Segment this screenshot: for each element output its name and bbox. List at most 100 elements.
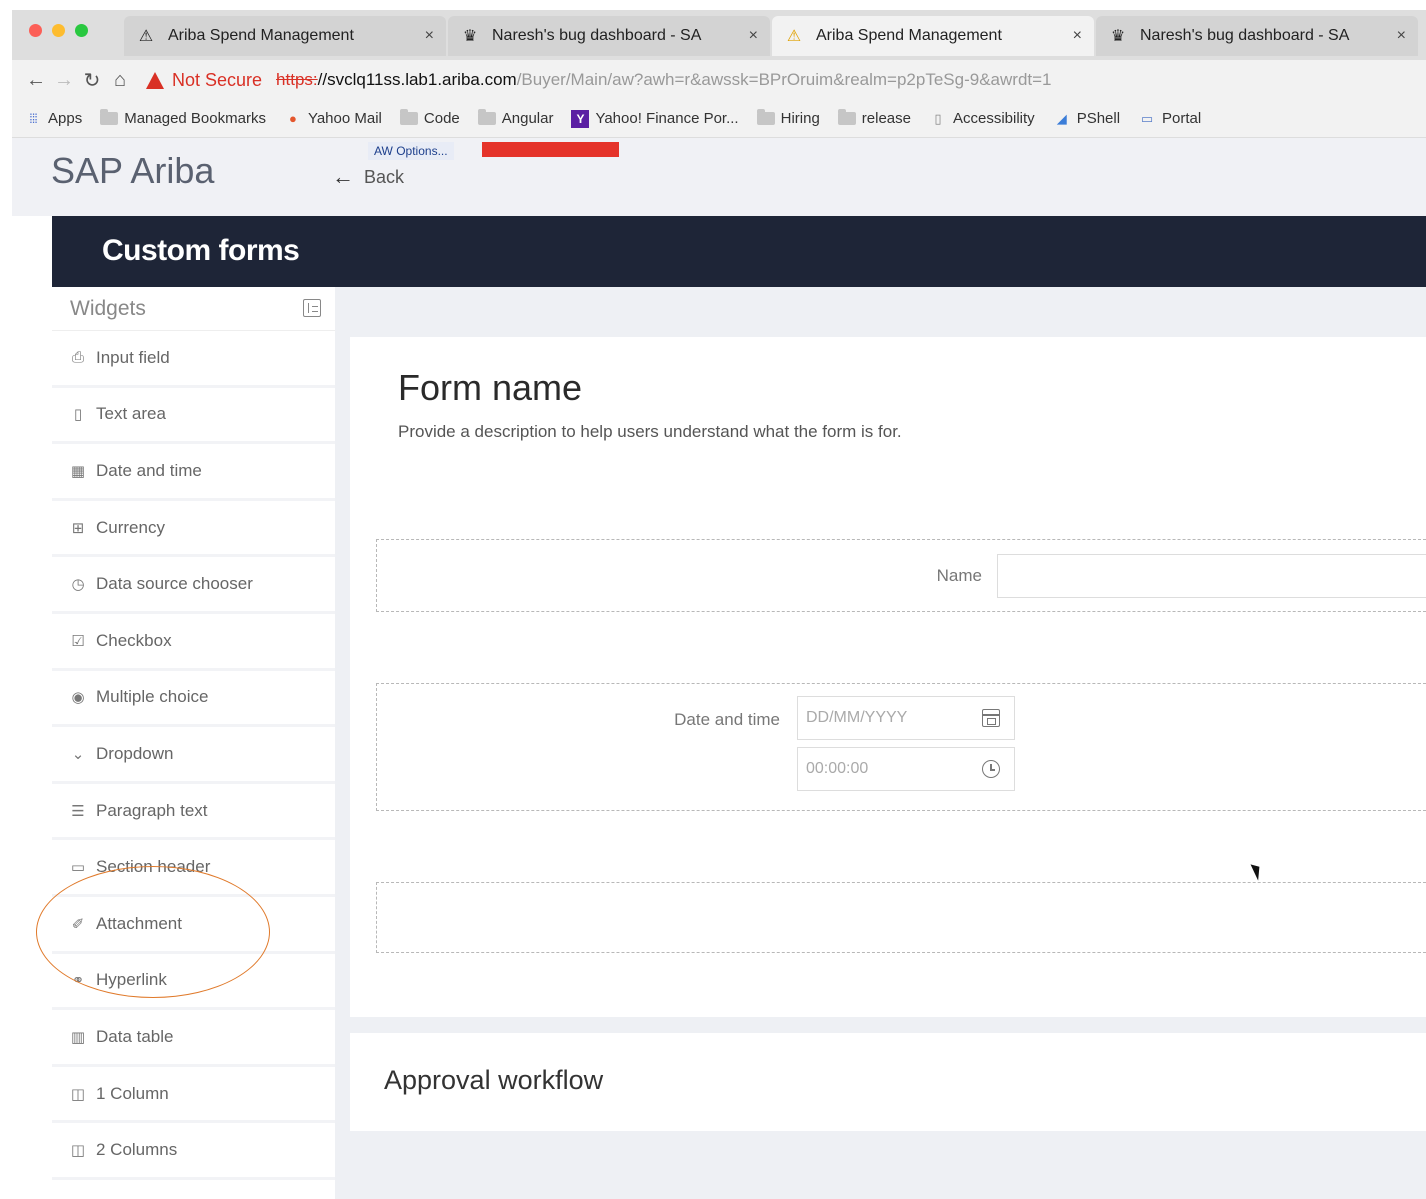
app-header: SAP Ariba AW Options... ← Back [12,138,1426,216]
tab-close-icon[interactable]: × [425,27,434,45]
back-button[interactable]: ← Back [332,164,404,190]
tab-close-icon[interactable]: × [749,27,758,45]
collapse-sidebar-icon[interactable] [303,299,321,317]
address-bar[interactable]: https://svclq11ss.lab1.ariba.com/Buyer/M… [276,70,1051,90]
bookmark-label: Hiring [780,110,820,127]
aw-options-link[interactable]: AW Options... [368,142,454,160]
bookmark-label: PShell [1076,110,1121,127]
widget-text-area[interactable]: ▯ Text area [52,388,335,445]
bookmark-pshell[interactable]: ◢ PShell [1053,110,1120,127]
tab-close-icon[interactable]: × [1397,27,1406,45]
empty-drop-zone[interactable] [376,882,1426,953]
approval-workflow-title[interactable]: Approval workflow [384,1065,603,1096]
browser-tab-1[interactable]: ⚠ Ariba Spend Management × [124,16,446,56]
widget-label: Input field [96,347,170,367]
widget-currency[interactable]: ⊞ Currency [52,501,335,558]
tab-title: Ariba Spend Management [168,27,354,44]
browser-tab-3[interactable]: ⚠ Ariba Spend Management × [772,16,1094,56]
widget-date-and-time[interactable]: ▦ Date and time [52,444,335,501]
widget-checkbox[interactable]: ☑ Checkbox [52,614,335,671]
security-indicator[interactable]: Not Secure [146,70,262,91]
widget-label: Currency [96,517,165,537]
calendar-icon: ▦ [70,462,86,480]
widget-paragraph-text[interactable]: ☰ Paragraph text [52,784,335,841]
browser-tab-4[interactable]: ♛ Naresh's bug dashboard - SA × [1096,16,1418,56]
name-input[interactable] [997,554,1426,598]
tab-title: Ariba Spend Management [816,27,1002,44]
bookmark-code[interactable]: Code [399,109,460,127]
bookmark-yahoo-finance[interactable]: Y Yahoo! Finance Por... [571,109,739,128]
clock-icon[interactable] [982,760,1000,778]
bookmark-release[interactable]: release [837,109,911,127]
close-window-button[interactable] [29,24,42,37]
bookmark-hiring[interactable]: Hiring [756,109,820,127]
currency-icon: ⊞ [71,519,85,537]
tab-close-icon[interactable]: × [1073,27,1082,45]
forward-arrow-icon[interactable]: → [50,69,78,92]
widget-data-source-chooser[interactable]: ◷ Data source chooser [52,557,335,614]
page-icon: ▯ [934,110,942,126]
portal-icon: ▭ [1140,110,1154,126]
url-path: /Buyer/Main/aw?awh=r&awssk=BPrOruim&real… [516,70,1052,89]
widget-label: Data source chooser [96,574,253,594]
widget-two-columns[interactable]: ◫ 2 Columns [52,1123,335,1180]
form-description[interactable]: Provide a description to help users unde… [398,422,902,442]
bookmark-label: Portal [1162,110,1202,127]
widget-multiple-choice[interactable]: ◉ Multiple choice [52,671,335,728]
yahoo-mail-icon: ● [289,111,297,126]
page-title: Custom forms [102,234,300,267]
form-field-container-datetime[interactable]: Date and time DD/MM/YYYY 00:00:00 [376,683,1426,811]
bookmark-label: Managed Bookmarks [124,110,266,127]
datetime-field-label: Date and time [674,710,780,729]
form-title[interactable]: Form name [398,367,582,409]
bookmark-yahoo-mail[interactable]: ● Yahoo Mail [284,110,382,127]
date-input[interactable]: DD/MM/YYYY [797,696,1015,740]
form-field-container-name[interactable]: Name [376,539,1426,612]
widget-label: Dropdown [96,743,174,763]
widget-data-table[interactable]: ▥ Data table [52,1010,335,1067]
maximize-window-button[interactable] [75,24,88,37]
browser-toolbar: ← → ↻ ⌂ Not Secure https://svclq11ss.lab… [12,60,1426,100]
bookmark-label: Apps [48,110,83,127]
two-columns-icon: ◫ [70,1142,86,1160]
calendar-icon[interactable] [982,709,1000,727]
checkbox-icon: ☑ [71,632,85,650]
bookmark-apps[interactable]: ⁞⁞⁞ Apps [24,110,82,127]
url-host: //svclq11ss.lab1.ariba.com [317,70,517,89]
folder-icon [837,109,856,126]
browser-tab-2[interactable]: ♛ Naresh's bug dashboard - SA × [448,16,770,56]
pshell-icon: ◢ [1056,110,1067,126]
paragraph-icon: ☰ [71,802,85,820]
widgets-header: Widgets [52,287,335,331]
bookmark-label: Code [423,110,460,127]
bookmarks-bar: ⁞⁞⁞ Apps Managed Bookmarks ● Yahoo Mail … [12,100,1426,138]
security-label: Not Secure [172,69,263,90]
widget-one-column[interactable]: ◫ 1 Column [52,1067,335,1124]
back-label: Back [364,166,405,187]
widget-label: Text area [96,404,166,424]
bookmark-accessibility[interactable]: ▯ Accessibility [929,110,1035,127]
folder-icon [399,109,418,126]
data-source-icon: ◷ [71,576,85,594]
bug-dashboard-icon: ♛ [462,28,478,45]
folder-icon [100,109,119,126]
bookmark-managed-bookmarks[interactable]: Managed Bookmarks [100,109,266,127]
reload-icon[interactable]: ↻ [78,68,106,93]
widget-dropdown[interactable]: ⌄ Dropdown [52,727,335,784]
home-icon[interactable]: ⌂ [106,69,134,92]
minimize-window-button[interactable] [52,24,65,37]
time-input[interactable]: 00:00:00 [797,747,1015,791]
bookmark-angular[interactable]: Angular [477,109,553,127]
bookmark-portal[interactable]: ▭ Portal [1138,110,1201,127]
widget-label: 2 Columns [96,1140,178,1160]
widget-label: Data table [96,1026,174,1046]
brand-logo[interactable]: SAP Ariba [51,150,214,192]
widget-input-field[interactable]: ⎙ Input field [52,331,335,388]
widget-label: 1 Column [96,1083,169,1103]
page-title-bar: Custom forms [52,216,1426,287]
folder-icon [477,109,496,126]
tab-title: Naresh's bug dashboard - SA [492,27,702,44]
back-arrow-icon[interactable]: ← [22,69,50,92]
bookmark-label: Accessibility [953,110,1035,127]
input-field-icon: ⎙ [71,349,84,367]
